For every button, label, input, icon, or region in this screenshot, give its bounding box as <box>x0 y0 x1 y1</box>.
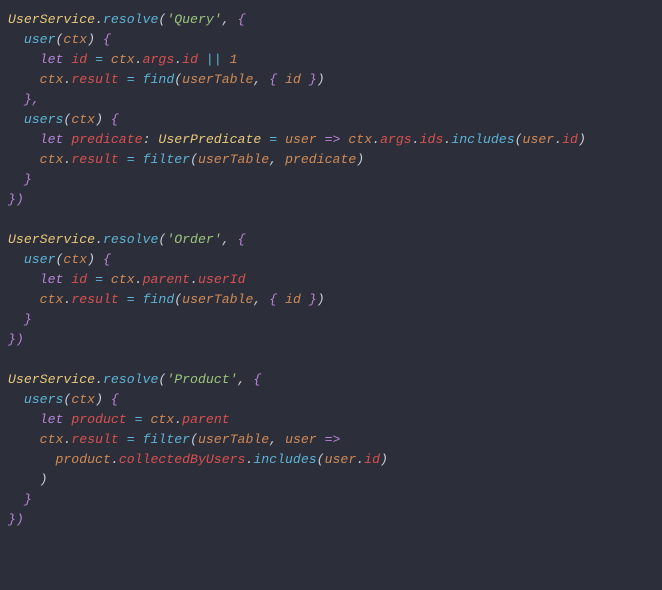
string-Product: 'Product' <box>166 372 237 387</box>
number-1: 1 <box>230 52 238 67</box>
fn-filter: filter <box>143 152 190 167</box>
var-product: product <box>71 412 126 427</box>
keyword-let: let <box>40 52 64 67</box>
method-resolve: resolve <box>103 12 158 27</box>
code-block: UserService.resolve('Query', { user(ctx)… <box>0 0 662 540</box>
arrow: => <box>325 132 341 147</box>
method-users: users <box>24 112 64 127</box>
op-or: || <box>206 52 222 67</box>
fn-find: find <box>143 72 175 87</box>
param-user: user <box>285 132 317 147</box>
fn-includes: includes <box>451 132 514 147</box>
var-predicate: predicate <box>71 132 142 147</box>
type-UserService: UserService <box>8 12 95 27</box>
type-UserPredicate: UserPredicate <box>158 132 261 147</box>
method-user: user <box>24 32 56 47</box>
string-Query: 'Query' <box>166 12 221 27</box>
var-id: id <box>71 52 87 67</box>
string-Order: 'Order' <box>166 232 221 247</box>
param-ctx: ctx <box>63 32 87 47</box>
